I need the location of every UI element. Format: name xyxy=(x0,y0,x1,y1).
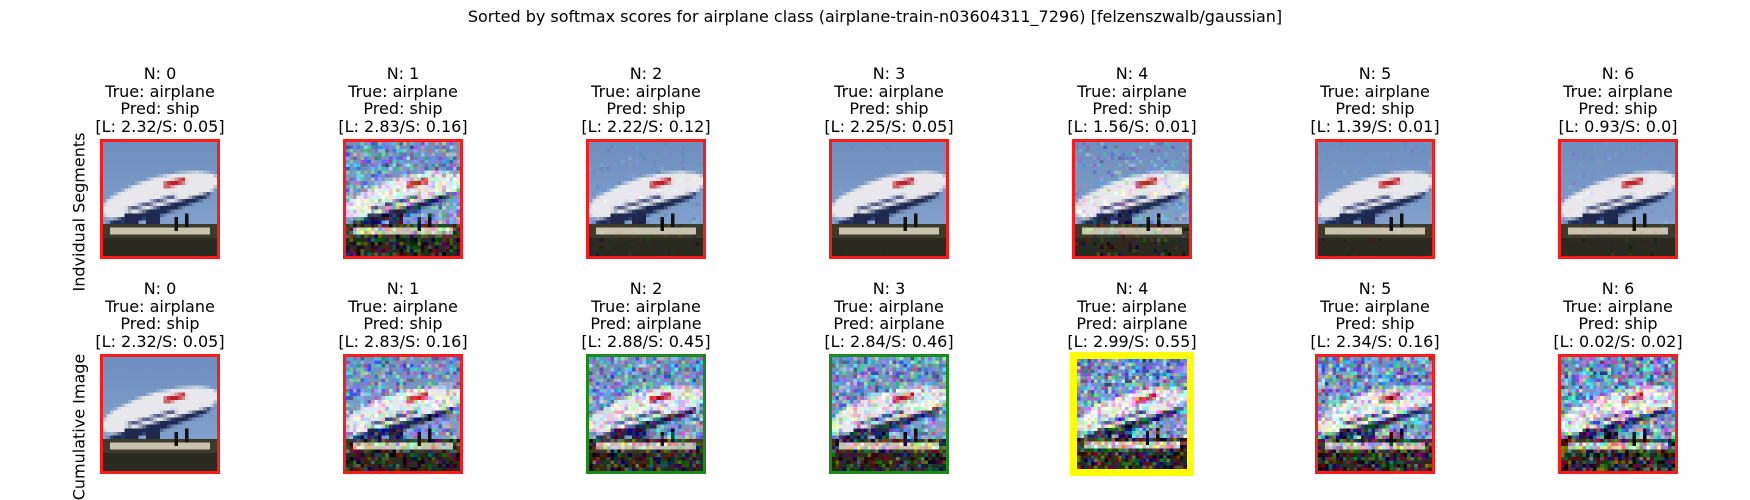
panel-title-pred: Pred: ship xyxy=(849,99,929,118)
panel-image-frame xyxy=(586,354,706,474)
panel-image-frame xyxy=(343,139,463,259)
panel-title-pred: Pred: ship xyxy=(1335,99,1415,118)
airplane-image xyxy=(1561,142,1675,256)
panel-title-pred: Pred: ship xyxy=(120,99,200,118)
panel-title-pred: Pred: ship xyxy=(1578,314,1658,333)
airplane-image xyxy=(589,357,703,471)
panel-title-n: N: 0 xyxy=(143,279,177,298)
panel-title-n: N: 6 xyxy=(1601,279,1635,298)
panel-title-ls: [L: 2.32/S: 0.05] xyxy=(95,331,225,351)
panel-title-ls: [L: 0.02/S: 0.02] xyxy=(1553,331,1683,351)
panel-title-n: N: 4 xyxy=(1115,279,1149,298)
panel-image-frame xyxy=(1070,352,1194,476)
panel-image-frame xyxy=(1072,139,1192,259)
panel-image-frame xyxy=(1558,139,1678,259)
panel-title-true-label: True: airplane xyxy=(105,81,215,101)
panel-cumulative-6: N: 6 True: airplane Pred: ship [L: 0.02/S: … xyxy=(1494,280,1742,474)
panel-title-ls: [L: 2.99/S: 0.55] xyxy=(1067,331,1197,351)
panel-title-pred: Pred: ship xyxy=(606,99,686,118)
airplane-image xyxy=(103,357,217,471)
panel-title-true-label: True: airplane xyxy=(1320,296,1430,316)
panel-title-ls: [L: 2.25/S: 0.05] xyxy=(824,116,954,136)
panel-segment-5: N: 5 True: airplane Pred: ship [L: 1.39/S: … xyxy=(1251,65,1499,259)
panel-title-true-label: True: airplane xyxy=(834,296,944,316)
airplane-image xyxy=(1318,357,1432,471)
panel-title-n: N: 4 xyxy=(1115,64,1149,83)
panel-image-frame xyxy=(100,354,220,474)
panel-segment-6: N: 6 True: airplane Pred: ship [L: 0.93/S: … xyxy=(1494,65,1742,259)
panel-title-true-label: True: airplane xyxy=(105,296,215,316)
panel-title-ls: [L: 1.39/S: 0.01] xyxy=(1310,116,1440,136)
panel-image-frame xyxy=(829,354,949,474)
panel-image-frame xyxy=(829,139,949,259)
panel-image-frame xyxy=(1558,354,1678,474)
airplane-image xyxy=(1077,359,1187,469)
panel-title-n: N: 5 xyxy=(1358,279,1392,298)
panel-segment-2: N: 2 True: airplane Pred: ship [L: 2.22/S: … xyxy=(522,65,770,259)
panel-title-ls: [L: 2.34/S: 0.16] xyxy=(1310,331,1440,351)
panel-title-true-label: True: airplane xyxy=(591,81,701,101)
panel-cumulative-3: N: 3 True: airplane Pred: airplane [L: 2.84… xyxy=(765,280,1013,474)
panel-title-ls: [L: 2.83/S: 0.16] xyxy=(338,116,468,136)
panel-title-n: N: 3 xyxy=(872,279,906,298)
panel-title-true-label: True: airplane xyxy=(1563,81,1673,101)
panel-image-frame xyxy=(1315,354,1435,474)
panel-title-n: N: 2 xyxy=(629,64,663,83)
airplane-image xyxy=(346,357,460,471)
airplane-image xyxy=(589,142,703,256)
panel-title-true-label: True: airplane xyxy=(591,296,701,316)
panel-title-true-label: True: airplane xyxy=(834,81,944,101)
panel-title-n: N: 1 xyxy=(386,279,420,298)
airplane-image xyxy=(1318,142,1432,256)
panel-title-ls: [L: 2.32/S: 0.05] xyxy=(95,116,225,136)
panel-title-ls: [L: 0.93/S: 0.0] xyxy=(1558,116,1678,136)
figure-title: Sorted by softmax scores for airplane cl… xyxy=(467,7,1283,26)
panel-title-pred: Pred: ship xyxy=(1578,99,1658,118)
panel-title-n: N: 6 xyxy=(1601,64,1635,83)
panel-title-n: N: 3 xyxy=(872,64,906,83)
panel-segment-4: N: 4 True: airplane Pred: ship [L: 1.56/S: … xyxy=(1008,65,1256,259)
panel-title-true-label: True: airplane xyxy=(1077,296,1187,316)
panel-title-ls: [L: 2.84/S: 0.46] xyxy=(824,331,954,351)
airplane-image xyxy=(1075,142,1189,256)
panel-title-pred: Pred: ship xyxy=(120,314,200,333)
panel-title-ls: [L: 2.83/S: 0.16] xyxy=(338,331,468,351)
panel-title-true-label: True: airplane xyxy=(1563,296,1673,316)
airplane-image xyxy=(832,357,946,471)
panel-title-pred: Pred: airplane xyxy=(590,314,702,333)
panel-title-pred: Pred: airplane xyxy=(1076,314,1188,333)
panel-title-n: N: 0 xyxy=(143,64,177,83)
panel-title-n: N: 5 xyxy=(1358,64,1392,83)
panel-cumulative-1: N: 1 True: airplane Pred: ship [L: 2.83/S: … xyxy=(279,280,527,474)
airplane-image xyxy=(1561,357,1675,471)
airplane-image xyxy=(832,142,946,256)
panel-title-pred: Pred: ship xyxy=(363,314,443,333)
panel-cumulative-5: N: 5 True: airplane Pred: ship [L: 2.34/S: … xyxy=(1251,280,1499,474)
panel-title-true-label: True: airplane xyxy=(348,296,458,316)
panel-image-frame xyxy=(586,139,706,259)
panel-title-ls: [L: 1.56/S: 0.01] xyxy=(1067,116,1197,136)
panel-cumulative-4: N: 4 True: airplane Pred: airplane [L: 2.99… xyxy=(1008,280,1256,476)
panel-cumulative-2: N: 2 True: airplane Pred: airplane [L: 2.88… xyxy=(522,280,770,474)
panel-segment-3: N: 3 True: airplane Pred: ship [L: 2.25/S: … xyxy=(765,65,1013,259)
panel-title-ls: [L: 2.22/S: 0.12] xyxy=(581,116,711,136)
airplane-image xyxy=(346,142,460,256)
panel-title-pred: Pred: ship xyxy=(363,99,443,118)
airplane-image xyxy=(103,142,217,256)
panel-title-pred: Pred: airplane xyxy=(833,314,945,333)
panel-title-true-label: True: airplane xyxy=(1320,81,1430,101)
panel-title-n: N: 1 xyxy=(386,64,420,83)
panel-title-ls: [L: 2.88/S: 0.45] xyxy=(581,331,711,351)
panel-title-true-label: True: airplane xyxy=(348,81,458,101)
panel-image-frame xyxy=(343,354,463,474)
panel-title-n: N: 2 xyxy=(629,279,663,298)
panel-title-true-label: True: airplane xyxy=(1077,81,1187,101)
panel-title-pred: Pred: ship xyxy=(1335,314,1415,333)
panel-title-pred: Pred: ship xyxy=(1092,99,1172,118)
panel-image-frame xyxy=(1315,139,1435,259)
panel-cumulative-0: N: 0 True: airplane Pred: ship [L: 2.32/S: … xyxy=(36,280,284,474)
panel-image-frame xyxy=(100,139,220,259)
panel-segment-1: N: 1 True: airplane Pred: ship [L: 2.83/S: … xyxy=(279,65,527,259)
panel-segment-0: N: 0 True: airplane Pred: ship [L: 2.32/S: … xyxy=(36,65,284,259)
